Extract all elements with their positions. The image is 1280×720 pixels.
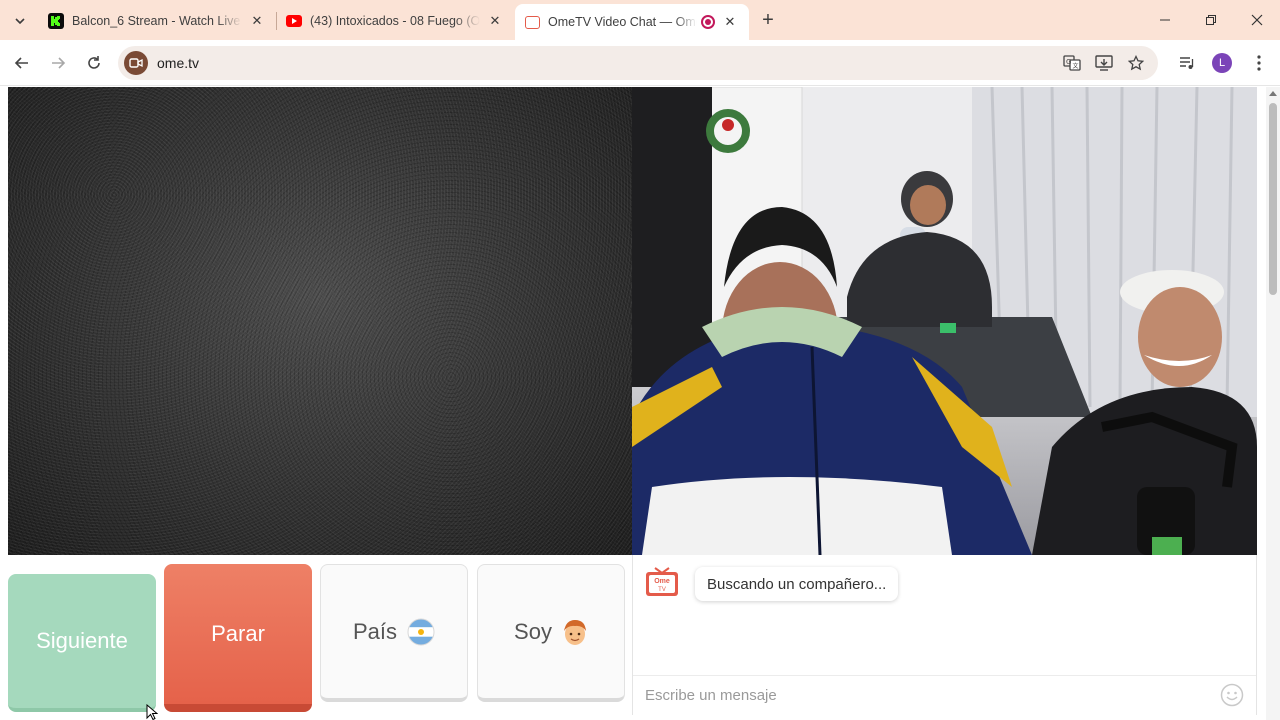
ometv-logo-icon: Ome TV: [646, 567, 678, 596]
close-tab-icon[interactable]: ✕: [248, 12, 266, 30]
url-text: ome.tv: [157, 55, 200, 71]
chevron-down-icon: [15, 18, 25, 25]
chat-panel: Ome TV Buscando un compañero...: [632, 555, 1257, 715]
boy-emoji-icon: [562, 618, 588, 646]
country-button[interactable]: País: [320, 564, 468, 702]
stop-button[interactable]: Parar: [164, 564, 312, 712]
kebab-menu-icon[interactable]: [1248, 52, 1270, 74]
install-app-icon[interactable]: [1094, 54, 1114, 72]
next-label: Siguiente: [36, 628, 128, 653]
mouse-cursor-icon: [146, 704, 158, 720]
reload-button[interactable]: [80, 49, 108, 77]
tab-title: OmeTV Video Chat — Omegle: [548, 15, 697, 29]
tab-youtube[interactable]: (43) Intoxicados - 08 Fuego (Official Au…: [276, 6, 514, 36]
restore-icon: [1206, 15, 1216, 25]
status-message-bubble: Buscando un compañero...: [695, 567, 899, 601]
message-input[interactable]: [645, 685, 1205, 705]
youtube-icon: [286, 15, 302, 27]
site-info-icon[interactable]: [124, 51, 148, 75]
kick-icon: [48, 13, 64, 29]
stop-label: Parar: [211, 621, 265, 646]
argentina-flag-icon: [407, 618, 435, 646]
address-bar[interactable]: ome.tv G文: [118, 46, 1158, 80]
svg-text:文: 文: [1073, 62, 1079, 70]
tab-search-menu-button[interactable]: [6, 7, 34, 35]
browser-toolbar: ome.tv G文 L: [0, 40, 1280, 86]
scrollbar-thumb[interactable]: [1269, 103, 1277, 295]
minimize-icon: [1160, 19, 1170, 21]
country-label: País: [352, 618, 398, 644]
new-tab-button[interactable]: +: [756, 8, 780, 32]
media-controls-icon[interactable]: [1176, 52, 1198, 74]
tab-title: (43) Intoxicados - 08 Fuego (Official Au…: [310, 14, 480, 28]
chat-input-row: [633, 675, 1256, 713]
minimize-button[interactable]: [1142, 0, 1188, 40]
partner-video: [632, 87, 1257, 555]
smiley-emoji-icon[interactable]: [1220, 683, 1244, 707]
next-button[interactable]: Siguiente: [8, 574, 156, 712]
close-tab-icon[interactable]: ✕: [486, 12, 504, 30]
gender-button[interactable]: Soy: [477, 564, 625, 702]
close-window-button[interactable]: [1234, 0, 1280, 40]
svg-text:TV: TV: [658, 587, 666, 593]
page-scrollbar[interactable]: [1266, 87, 1280, 720]
restore-button[interactable]: [1188, 0, 1234, 40]
bookmark-star-icon[interactable]: [1126, 54, 1146, 72]
tab-strip: Balcon_6 Stream - Watch Live on Kick ✕ (…: [0, 0, 1280, 40]
partner-video-frame: [632, 87, 1257, 555]
svg-text:Ome: Ome: [654, 578, 670, 585]
arrow-right-icon: [52, 57, 66, 69]
ometv-icon: [525, 15, 540, 29]
tab-kick[interactable]: Balcon_6 Stream - Watch Live on Kick ✕: [38, 6, 276, 36]
close-tab-icon[interactable]: ✕: [721, 13, 739, 31]
translate-icon[interactable]: G文: [1062, 54, 1082, 72]
gender-label: Soy: [514, 618, 552, 644]
status-message-text: Buscando un compañero...: [707, 575, 887, 593]
arrow-left-icon: [14, 57, 28, 69]
reload-icon: [88, 56, 100, 69]
close-icon: [1251, 14, 1263, 26]
back-button[interactable]: [8, 49, 36, 77]
local-video-static: [8, 87, 632, 555]
recording-icon: [701, 15, 715, 29]
scroll-up-arrow-icon[interactable]: [1269, 91, 1277, 96]
tab-title: Balcon_6 Stream - Watch Live on Kick: [72, 14, 242, 28]
tab-ometv[interactable]: OmeTV Video Chat — Omegle ✕: [515, 4, 749, 40]
forward-button[interactable]: [44, 49, 72, 77]
profile-avatar[interactable]: L: [1212, 53, 1232, 73]
ometv-page: Siguiente Parar País Soy Ome TV Buscando…: [0, 87, 1266, 720]
svg-text:G: G: [1066, 58, 1071, 66]
